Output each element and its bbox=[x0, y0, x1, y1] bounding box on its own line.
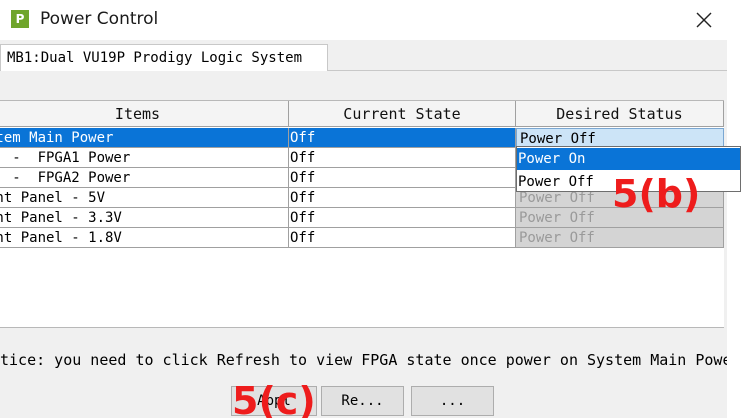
close-button[interactable] bbox=[686, 5, 720, 35]
notice-text: tice: you need to click Refresh to view … bbox=[0, 351, 727, 369]
item-cell: ont Panel - 3.3V bbox=[0, 208, 289, 228]
item-cell: ont Panel - 1.8V bbox=[0, 228, 289, 248]
tab-system[interactable]: MB1:Dual VU19P Prodigy Logic System bbox=[0, 44, 328, 71]
title-bar: P Power Control bbox=[0, 0, 741, 40]
refresh-button[interactable]: Re... bbox=[321, 386, 404, 416]
desired-status-select[interactable]: Power Off bbox=[516, 128, 724, 148]
option-power-on[interactable]: Power On bbox=[517, 148, 740, 170]
header-items[interactable]: Items bbox=[0, 101, 289, 127]
tab-divider bbox=[328, 70, 727, 71]
current-state-cell: Off bbox=[289, 208, 516, 228]
item-cell: stem Main Power bbox=[0, 128, 289, 148]
item-cell: ont Panel - 5V bbox=[0, 188, 289, 208]
more-button[interactable]: ... bbox=[411, 386, 494, 416]
header-current-state[interactable]: Current State bbox=[289, 101, 516, 127]
current-state-cell: Off bbox=[289, 168, 516, 188]
item-cell: - FPGA1 Power bbox=[0, 148, 289, 168]
table-row[interactable]: ont Panel - 1.8V Off Power Off bbox=[0, 228, 724, 248]
annotation-5c: 5(c) bbox=[232, 379, 316, 418]
table-row[interactable]: stem Main Power Off Power Off bbox=[0, 128, 724, 148]
window-title: Power Control bbox=[40, 9, 159, 29]
annotation-5b: 5(b) bbox=[612, 172, 701, 216]
window-border bbox=[727, 40, 741, 418]
desired-status-select: Power Off bbox=[516, 228, 724, 248]
current-state-cell: Off bbox=[289, 188, 516, 208]
current-state-cell: Off bbox=[289, 228, 516, 248]
current-state-cell: Off bbox=[289, 128, 516, 148]
window-client: MB1:Dual VU19P Prodigy Logic System Item… bbox=[0, 40, 727, 418]
app-icon: P bbox=[11, 10, 29, 28]
current-state-cell: Off bbox=[289, 148, 516, 168]
close-icon bbox=[696, 12, 712, 28]
header-desired-status[interactable]: Desired Status bbox=[516, 101, 724, 127]
item-cell: - FPGA2 Power bbox=[0, 168, 289, 188]
